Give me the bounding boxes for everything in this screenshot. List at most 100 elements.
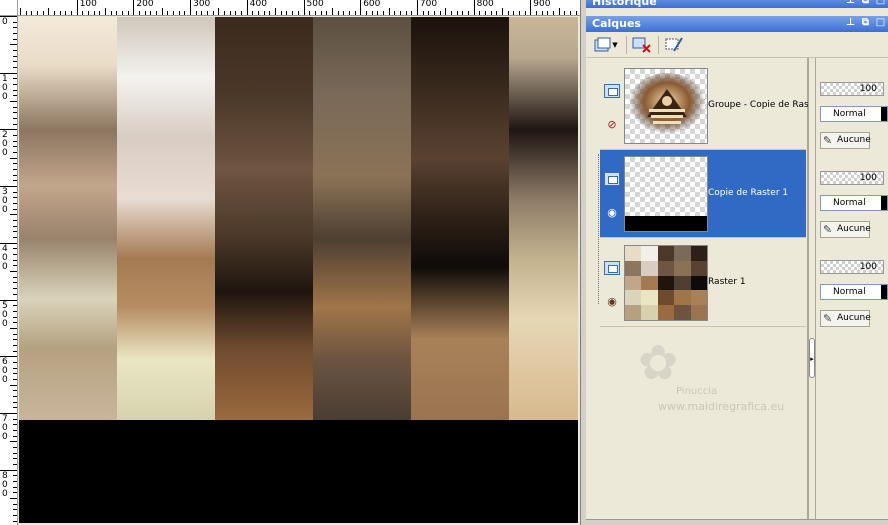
blend-mode-select[interactable]: Normal	[820, 284, 888, 300]
image-canvas[interactable]	[19, 17, 578, 523]
ruler-minor-tick	[144, 11, 146, 15]
ruler-minor-tick	[133, 8, 135, 15]
layer-row[interactable]: ◉ Raster 1	[600, 239, 806, 327]
close-icon[interactable]: □	[875, 17, 886, 29]
link-mask-button[interactable]: ✎ Aucune	[820, 310, 871, 327]
restore-icon[interactable]: ⧉	[860, 17, 871, 29]
ruler-minor-tick	[13, 361, 17, 363]
opacity-field[interactable]: 100	[820, 260, 884, 274]
ruler-label: 800	[476, 0, 494, 9]
layers-toolbar: ▼	[586, 32, 888, 58]
layers-title-text: Calques	[592, 17, 641, 30]
ruler-minor-tick	[473, 8, 475, 15]
layer-name[interactable]: Raster 1	[708, 277, 808, 287]
blend-mode-select[interactable]: Normal	[820, 195, 888, 211]
ruler-minor-tick	[13, 418, 17, 420]
ruler-minor-tick	[13, 21, 17, 23]
ruler-minor-tick	[241, 11, 243, 15]
ruler-minor-tick	[13, 458, 17, 460]
ruler-minor-tick	[110, 11, 112, 15]
toolbar-separator	[626, 36, 627, 54]
ruler-minor-tick	[309, 11, 311, 15]
layers-panel-title[interactable]: Calques ⊥ ⧉ □	[586, 16, 888, 32]
ruler-minor-tick	[501, 8, 503, 15]
link-mask-button[interactable]: ✎ Aucune	[820, 132, 871, 149]
ruler-minor-tick	[207, 11, 209, 15]
opacity-field[interactable]: 100	[820, 171, 884, 185]
blend-mode-select[interactable]: Normal	[820, 106, 888, 122]
toolbar-separator	[658, 36, 659, 54]
layer-row-selected[interactable]: ◉ Copie de Raster 1	[600, 150, 806, 238]
ruler-minor-tick	[13, 118, 17, 120]
ruler-minor-tick	[150, 11, 152, 15]
blend-mode-value: Normal	[833, 109, 866, 119]
ruler-minor-tick	[13, 180, 17, 182]
layer-name[interactable]: Copie de Raster 1	[708, 188, 808, 198]
ruler-minor-tick	[13, 373, 17, 375]
dropdown-arrow-icon	[881, 196, 887, 210]
dropdown-arrow-icon	[881, 107, 887, 121]
eye-icon[interactable]: ◉	[604, 207, 620, 218]
ruler-minor-tick	[218, 8, 220, 15]
link-mask-button[interactable]: ✎ Aucune	[820, 221, 871, 238]
ruler-label: 400	[249, 0, 267, 9]
layer-name[interactable]: Groupe - Copie de Raster 1	[708, 100, 808, 110]
ruler-minor-tick	[13, 429, 17, 431]
layer-row[interactable]: ⊘ Groupe - Copie de Raster 1	[600, 62, 808, 150]
ruler-minor-tick	[13, 401, 17, 403]
ruler-minor-tick	[13, 163, 17, 165]
ruler-minor-tick	[42, 11, 44, 15]
ruler-minor-tick	[377, 11, 379, 15]
layer-props: 100 Normal ✎ Aucune	[820, 159, 888, 247]
ruler-minor-tick	[13, 78, 17, 80]
ruler-minor-tick	[156, 11, 158, 15]
ruler-minor-tick	[25, 11, 27, 15]
bottom-scrollbar[interactable]	[586, 519, 888, 525]
ruler-minor-tick	[518, 11, 520, 15]
layer-thumbnail	[624, 68, 708, 144]
ruler-minor-tick	[229, 11, 231, 15]
ruler-minor-tick	[13, 27, 17, 29]
ruler-label: 600	[363, 0, 381, 9]
layer-properties-button[interactable]	[662, 35, 686, 55]
layer-thumbnail	[624, 156, 708, 232]
ruler-minor-tick	[13, 310, 17, 312]
mask-label: Aucune	[837, 313, 871, 323]
ruler-minor-tick	[13, 169, 17, 171]
ruler-minor-tick	[13, 475, 17, 477]
ruler-minor-tick	[13, 146, 17, 148]
pin-icon[interactable]: ⊥	[845, 17, 856, 29]
ruler-minor-tick	[10, 157, 17, 159]
visibility-hidden-icon[interactable]: ⊘	[604, 119, 620, 130]
gradient-stripe	[117, 17, 215, 420]
pin-icon[interactable]: ⊥	[845, 0, 856, 7]
splitter-grip-icon[interactable]: ▸	[809, 338, 815, 378]
delete-layer-button[interactable]	[630, 35, 654, 55]
ruler-minor-tick	[10, 129, 17, 131]
ruler-minor-tick	[484, 11, 486, 15]
ruler-minor-tick	[88, 11, 90, 15]
horizontal-ruler: 100 200 300 400 500 600 700 800 900	[18, 0, 580, 16]
ruler-minor-tick	[10, 16, 17, 17]
ruler-minor-tick	[13, 350, 17, 352]
ruler-minor-tick	[564, 11, 566, 15]
close-icon[interactable]: □	[875, 0, 886, 7]
ruler-minor-tick	[178, 11, 180, 15]
ruler-minor-tick	[122, 11, 124, 15]
ruler-minor-tick	[10, 356, 17, 358]
opacity-field[interactable]: 100	[820, 82, 884, 96]
thumbnail-art	[629, 73, 705, 137]
eye-icon[interactable]: ◉	[604, 296, 620, 307]
ruler-minor-tick	[13, 231, 17, 233]
history-panel-title[interactable]: Historique ⊥ ⧉ □	[586, 0, 888, 8]
restore-icon[interactable]: ⧉	[860, 0, 871, 7]
new-layer-button[interactable]: ▼	[592, 35, 620, 55]
ruler-label: 600	[2, 357, 8, 386]
ruler-minor-tick	[10, 299, 17, 301]
panel-splitter[interactable]: ▸	[808, 58, 816, 525]
ruler-minor-tick	[10, 469, 17, 471]
history-title-text: Historique	[592, 0, 657, 8]
new-layer-icon	[594, 37, 611, 52]
ruler-minor-tick	[416, 8, 418, 15]
ruler-minor-tick	[513, 11, 515, 15]
